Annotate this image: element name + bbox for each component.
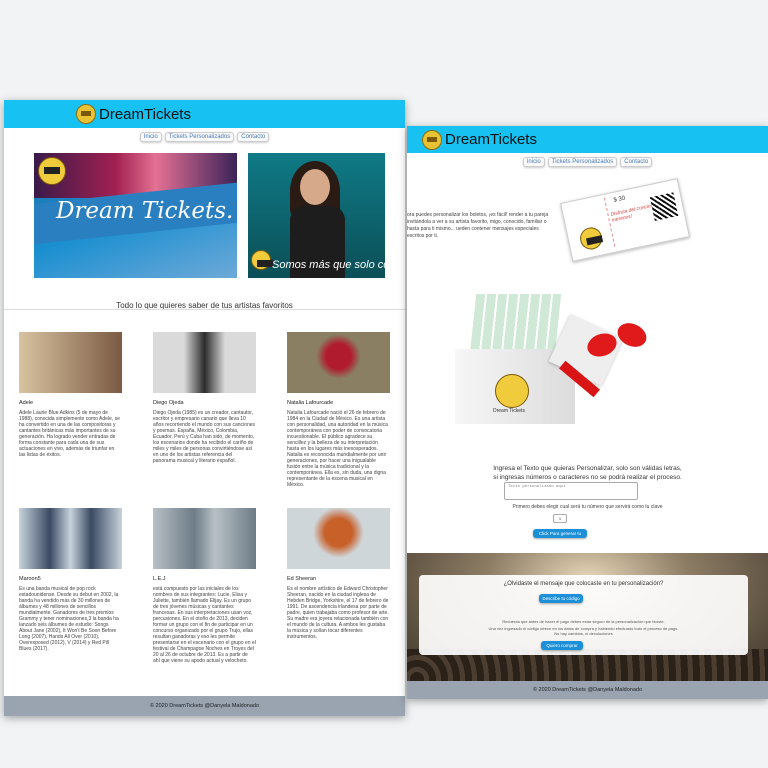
header: DreamTickets bbox=[4, 100, 405, 128]
ticket-badge-icon bbox=[38, 157, 66, 185]
artist-bio: está compuesto por las iniciales de los … bbox=[153, 586, 256, 664]
custom-text-input[interactable]: Texto personalizado aquí bbox=[504, 482, 638, 500]
artist-bio: Diego Ojeda (1985) es un creador, cantau… bbox=[153, 410, 256, 464]
footer: © 2020 DreamTickets @Danyela Maldonado bbox=[4, 696, 405, 716]
footer: © 2020 DreamTickets @Danyela Maldonado bbox=[407, 681, 768, 699]
concert-background: ¿Olvidaste el mensaje que colocaste en t… bbox=[407, 553, 768, 681]
header: DreamTickets bbox=[407, 126, 768, 153]
hero-slogan: Somos más que solo co bbox=[272, 259, 385, 271]
artist-photo bbox=[287, 332, 390, 393]
ticket-stub bbox=[564, 197, 616, 256]
bow-loop bbox=[584, 329, 620, 361]
intro-text: ora puedes personalizar los boletos, ¡es… bbox=[407, 212, 549, 239]
key-number-select[interactable]: 1 bbox=[553, 514, 567, 523]
artist-photo bbox=[153, 508, 256, 569]
ticket-price: $ 30 bbox=[613, 195, 626, 204]
artist-photo bbox=[287, 508, 390, 569]
artist-name: Diego Ojeda bbox=[153, 400, 184, 406]
box-brand: Dream Tickets bbox=[493, 408, 525, 414]
describe-code-button[interactable]: Describe tu código bbox=[539, 594, 583, 603]
hero-title: Dream Tickets. bbox=[56, 198, 234, 224]
process-note: Una vez ingresado el código ofrece en lo… bbox=[419, 626, 748, 636]
artist-bio: Es el nombre artístico de Edward Christo… bbox=[287, 586, 389, 640]
artist-card: Maroon5 Es una banda musical de pop rock… bbox=[19, 508, 122, 652]
instructions-line-1: Ingresa el Texto que quieras Personaliza… bbox=[493, 465, 682, 472]
artist-bio: Es una banda musical de pop rock estadou… bbox=[19, 586, 119, 652]
ticket-badge-icon bbox=[251, 250, 273, 270]
artist-card: L.E.J está compuesto por las iniciales d… bbox=[153, 508, 256, 664]
ticket-stack bbox=[469, 294, 562, 354]
no-refunds-note: No hay cambios, ni devoluciones bbox=[554, 631, 613, 636]
forgot-message-card: ¿Olvidaste el mensaje que colocaste en t… bbox=[419, 575, 748, 655]
personalized-tickets-page: DreamTickets Inicio Tickets Personalizad… bbox=[407, 126, 768, 699]
brand-name: DreamTickets bbox=[99, 105, 191, 123]
ribbon-bow-icon bbox=[584, 318, 653, 384]
payment-note: Recuerda que antes de hacer el pago debe… bbox=[502, 619, 665, 624]
nav-inicio[interactable]: Inicio bbox=[522, 157, 545, 167]
artist-photo bbox=[19, 332, 122, 393]
ticket-seal-icon bbox=[578, 225, 605, 252]
nav-contacto[interactable]: Contacto bbox=[237, 132, 270, 142]
nav-contacto[interactable]: Contacto bbox=[620, 157, 653, 167]
nav-inicio[interactable]: Inicio bbox=[139, 132, 162, 142]
artist-name: L.E.J bbox=[153, 576, 166, 582]
artist-photo bbox=[19, 508, 122, 569]
artists-page: DreamTickets Inicio Tickets Personalizad… bbox=[4, 100, 405, 716]
artist-name: Adele bbox=[19, 400, 34, 406]
artist-photo bbox=[153, 332, 256, 393]
artist-name: Natalia Lafourcade bbox=[287, 400, 334, 406]
artist-bio: Natalia Lafourcade nació el 26 de febrer… bbox=[287, 410, 388, 488]
nav-tickets-personalizados[interactable]: Tickets Personalizados bbox=[164, 132, 235, 142]
key-select-label: Primero debes elegir cual será tu número… bbox=[512, 504, 663, 510]
buy-button[interactable]: Quiero comprar bbox=[541, 641, 583, 650]
ticket-seal-icon bbox=[495, 374, 529, 408]
divider bbox=[4, 309, 405, 310]
hero-banner: Dream Tickets. bbox=[34, 153, 237, 278]
forgot-question: ¿Olvidaste el mensaje que colocaste en t… bbox=[503, 581, 664, 587]
bow-loop bbox=[613, 318, 651, 352]
ticket-logo-icon bbox=[422, 129, 442, 150]
artist-card: Natalia Lafourcade Natalia Lafourcade na… bbox=[287, 332, 390, 488]
sample-ticket: $ 30 Disfruta del concierto, ¡Te lo mere… bbox=[560, 178, 690, 262]
artist-card: Ed Sheeran Es el nombre artístico de Edw… bbox=[287, 508, 390, 640]
ticket-logo-icon bbox=[76, 104, 96, 124]
personalize-instructions: Ingresa el Texto que quieras Personaliza… bbox=[407, 464, 768, 482]
nav-bar: Inicio Tickets Personalizados Contacto bbox=[407, 157, 768, 167]
artist-card: Adele Adele Laurie Blue Adkins (5 de may… bbox=[19, 332, 122, 458]
artist-card: Diego Ojeda Diego Ojeda (1985) es un cre… bbox=[153, 332, 256, 464]
artist-name: Maroon5 bbox=[19, 576, 41, 582]
qr-code-icon bbox=[649, 192, 679, 221]
head-shape bbox=[300, 169, 330, 205]
nav-bar: Inicio Tickets Personalizados Contacto bbox=[4, 132, 405, 142]
artist-name: Ed Sheeran bbox=[287, 576, 317, 582]
nav-tickets-personalizados[interactable]: Tickets Personalizados bbox=[547, 157, 618, 167]
brand-name: DreamTickets bbox=[445, 131, 537, 148]
generate-code-button[interactable]: Click Para generar tu código bbox=[533, 529, 587, 545]
instructions-line-2: si ingresas números o caracteres no se p… bbox=[493, 474, 682, 481]
artist-bio: Adele Laurie Blue Adkins (5 de mayo de 1… bbox=[19, 410, 120, 458]
hero-photo: Somos más que solo co bbox=[248, 153, 385, 278]
